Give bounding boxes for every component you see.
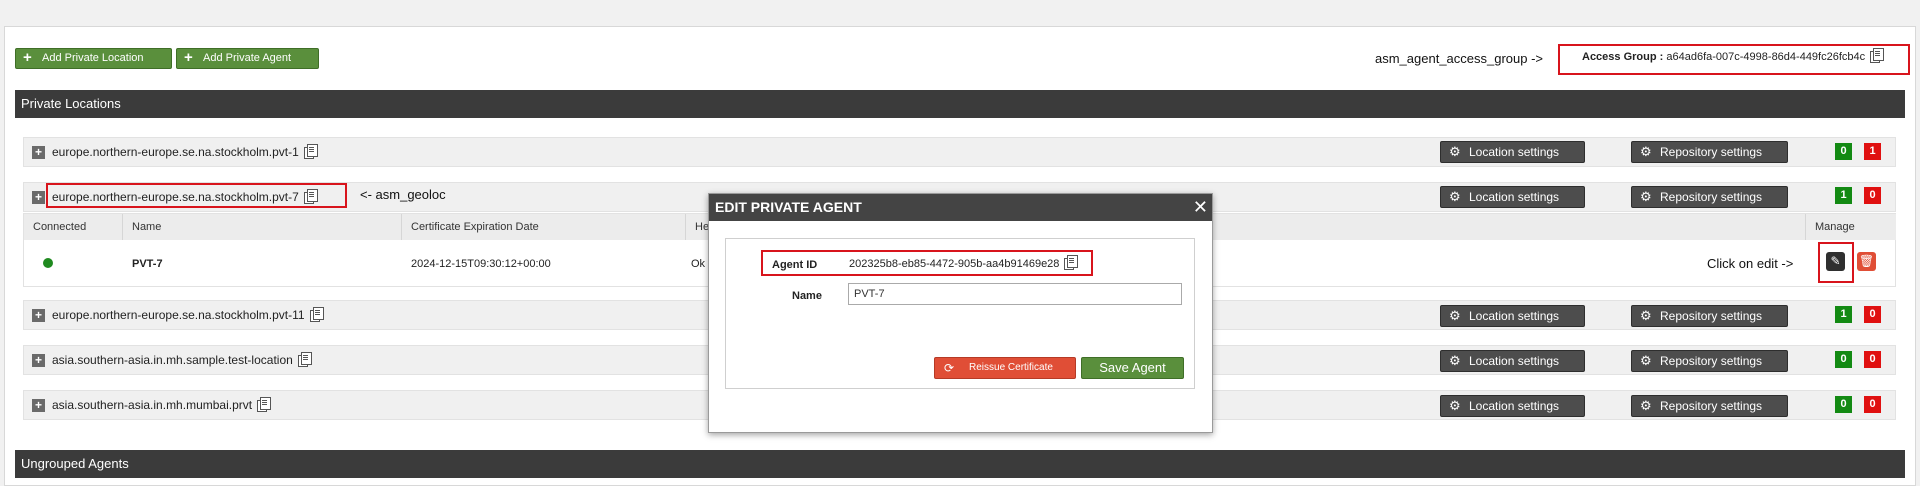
access-group-annotation: asm_agent_access_group -> [1375,51,1544,66]
add-private-agent-label: Add Private Agent [203,52,292,64]
expand-icon[interactable]: + [32,146,45,159]
connected-count-badge: 0 [1835,396,1852,413]
plus-icon: + [184,49,193,66]
highlight-box [46,183,347,208]
gear-icon: ⚙ [1449,398,1461,413]
repository-settings-button[interactable]: ⚙ Repository settings [1631,350,1788,372]
ungrouped-agents-header: Ungrouped Agents [15,450,1905,478]
highlight-box [1818,242,1854,283]
close-icon[interactable]: ✕ [1193,195,1208,219]
column-header: Manage [1806,214,1896,240]
location-settings-button[interactable]: ⚙ Location settings [1440,305,1585,327]
connected-count-badge: 0 [1835,143,1852,160]
disconnected-count-badge: 0 [1864,351,1881,368]
connected-count-badge: 0 [1835,351,1852,368]
location-settings-button[interactable]: ⚙ Location settings [1440,186,1585,208]
copy-icon[interactable] [298,351,313,367]
name-input[interactable] [848,283,1182,305]
add-private-location-label: Add Private Location [42,52,144,64]
cert-expiration: 2024-12-15T09:30:12+00:00 [411,258,551,270]
private-locations-header: Private Locations [15,90,1905,118]
location-settings-button[interactable]: ⚙ Location settings [1440,141,1585,163]
gear-icon: ⚙ [1640,308,1652,323]
copy-icon[interactable] [257,396,272,412]
connected-count-badge: 1 [1835,187,1852,204]
reissue-certificate-button[interactable]: ⟳ Reissue Certificate [934,357,1076,379]
agent-health: Ok [691,258,706,270]
gear-icon: ⚙ [1449,308,1461,323]
gear-icon: ⚙ [1449,189,1461,204]
location-name: asia.southern-asia.in.mh.sample.test-loc… [52,351,313,367]
repository-settings-button[interactable]: ⚙ Repository settings [1631,305,1788,327]
refresh-icon: ⟳ [944,361,955,375]
repository-settings-button[interactable]: ⚙ Repository settings [1631,395,1788,417]
expand-icon[interactable]: + [32,309,45,322]
location-settings-button[interactable]: ⚙ Location settings [1440,395,1585,417]
trash-icon[interactable]: 🗑 [1857,252,1876,271]
disconnected-count-badge: 0 [1864,187,1881,204]
location-settings-button[interactable]: ⚙ Location settings [1440,350,1585,372]
edit-annotation: Click on edit -> [1707,256,1794,271]
geoloc-annotation: <- asm_geoloc [360,187,446,202]
location-name: europe.northern-europe.se.na.stockholm.p… [52,306,324,322]
copy-icon[interactable] [309,306,324,322]
gear-icon: ⚙ [1449,353,1461,368]
highlight-box [1558,44,1910,75]
disconnected-count-badge: 0 [1864,396,1881,413]
disconnected-count-badge: 1 [1864,143,1881,160]
gear-icon: ⚙ [1640,189,1652,204]
disconnected-count-badge: 0 [1864,306,1881,323]
location-row: + europe.northern-europe.se.na.stockholm… [23,137,1896,167]
location-name: asia.southern-asia.in.mh.mumbai.prvt [52,396,272,412]
edit-agent-dialog: EDIT PRIVATE AGENT ✕ Agent ID 202325b8-e… [708,193,1213,433]
highlight-box [761,250,1093,276]
expand-icon[interactable]: + [32,354,45,367]
copy-icon[interactable] [304,143,319,159]
gear-icon: ⚙ [1449,144,1461,159]
add-private-location-button[interactable]: + Add Private Location [15,48,172,69]
connected-status-icon [43,258,53,268]
column-header: Name [123,214,402,240]
expand-icon[interactable]: + [32,191,45,204]
save-agent-button[interactable]: Save Agent [1081,357,1184,379]
name-label: Name [792,290,822,302]
gear-icon: ⚙ [1640,144,1652,159]
column-header: Connected [24,214,123,240]
repository-settings-button[interactable]: ⚙ Repository settings [1631,186,1788,208]
agent-name: PVT-7 [132,258,163,270]
repository-settings-button[interactable]: ⚙ Repository settings [1631,141,1788,163]
dialog-title: EDIT PRIVATE AGENT ✕ [709,194,1212,221]
location-name: europe.northern-europe.se.na.stockholm.p… [52,143,319,159]
plus-icon: + [23,49,32,66]
add-private-agent-button[interactable]: + Add Private Agent [176,48,319,69]
expand-icon[interactable]: + [32,399,45,412]
column-header: Certificate Expiration Date [402,214,686,240]
gear-icon: ⚙ [1640,353,1652,368]
gear-icon: ⚙ [1640,398,1652,413]
connected-count-badge: 1 [1835,306,1852,323]
